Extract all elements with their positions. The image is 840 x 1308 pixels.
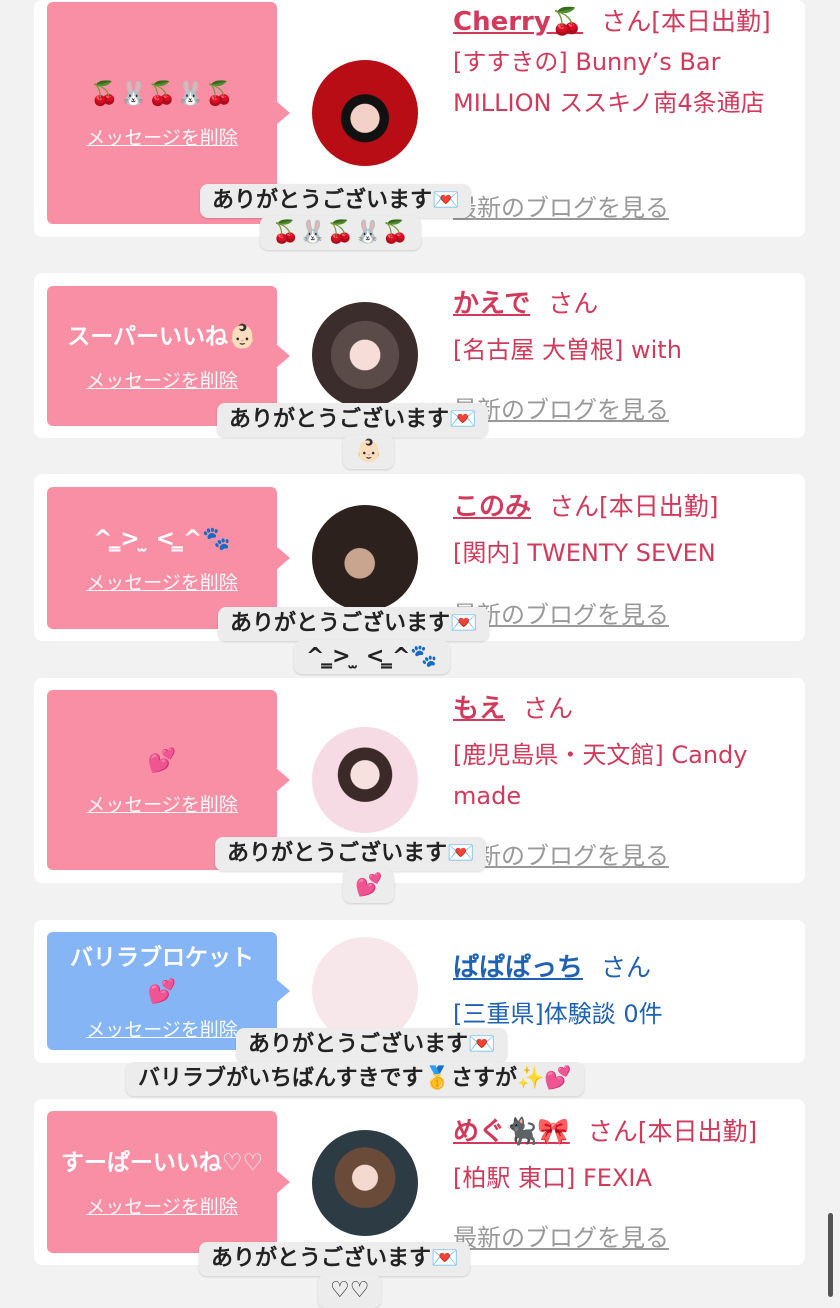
thanks-text: ありがとうございます💌: [227, 841, 475, 866]
cast-name-link[interactable]: Cherry🍒: [453, 7, 583, 37]
thanks-text: ありがとうございます💌: [230, 611, 478, 636]
delete-message-link[interactable]: メッセージを削除: [86, 366, 238, 393]
thanks-text: ありがとうございます💌: [212, 188, 460, 213]
cast-info: このみ さん[本日出勤] [関内] TWENTY SEVEN: [453, 487, 798, 574]
avatar[interactable]: [312, 505, 418, 611]
shop-name: [三重県]体験談 0件: [453, 1000, 663, 1028]
cast-name-link[interactable]: ぱぱぱっち: [453, 953, 583, 983]
shop-name: [柏駅 東口] FEXIA: [453, 1164, 652, 1192]
avatar[interactable]: [312, 60, 418, 166]
thanks-reply: ありがとうございます💌: [215, 837, 487, 871]
reply-text: ^ ̳> ̫ < ̳^🐾: [306, 644, 438, 669]
thanks-reply: ありがとうございます💌: [236, 1028, 508, 1062]
cast-info: もえ さん [鹿児島県・天文館] Candy made: [453, 689, 798, 817]
cast-status: さん[本日出勤]: [587, 1117, 758, 1146]
scrollbar[interactable]: [828, 1213, 833, 1297]
cast-status: さん[本日出勤]: [601, 7, 771, 36]
cast-status: さん[本日出勤]: [549, 492, 719, 521]
thanks-text: ありがとうございます💌: [229, 407, 477, 432]
thanks-text: ありがとうございます💌: [211, 1246, 459, 1271]
blog-link[interactable]: 最新のブログを見る: [453, 188, 669, 223]
cast-name-link[interactable]: かえで: [453, 289, 530, 319]
avatar[interactable]: [312, 727, 418, 833]
message-text: 🍒🐰🍒🐰🍒: [90, 80, 234, 107]
delete-message-link[interactable]: メッセージを削除: [86, 790, 238, 817]
message-text: すーぱーいいね♡♡: [60, 1149, 264, 1176]
cast-info: ぱぱぱっち さん [三重県]体験談 0件: [453, 948, 798, 1035]
thanks-reply: ありがとうございます💌: [218, 607, 490, 641]
message-text: バリラブロケット💕: [70, 944, 254, 1005]
cast-name-link[interactable]: もえ: [453, 694, 505, 724]
shop-name: [鹿児島県・天文館] Candy made: [453, 741, 748, 810]
thanks-text: ありがとうございます💌: [248, 1032, 496, 1057]
reply-text-box: バリラブがいちばんすきです🥇さすが✨💕: [126, 1062, 584, 1096]
reply-text: バリラブがいちばんすきです🥇さすが✨💕: [138, 1066, 572, 1091]
avatar[interactable]: [312, 1130, 418, 1236]
reply-text: 👶🏻: [355, 439, 383, 464]
cast-info: めぐ🐈‍⬛🎀 さん[本日出勤] [柏駅 東口] FEXIA: [453, 1112, 798, 1199]
reply-text-box: ^ ̳> ̫ < ̳^🐾: [294, 640, 450, 674]
shop-name: [名古屋 大曽根] with: [453, 336, 682, 364]
reply-text-box: 👶🏻: [343, 435, 395, 469]
avatar[interactable]: [312, 302, 418, 408]
delete-message-link[interactable]: メッセージを削除: [86, 1192, 238, 1219]
cast-info: かえで さん [名古屋 大曽根] with: [453, 284, 798, 371]
reply-text-box: 🍒🐰🍒🐰🍒: [260, 216, 421, 250]
cast-status: さん: [523, 694, 574, 723]
delete-message-link[interactable]: メッセージを削除: [86, 123, 238, 150]
cast-name-link[interactable]: このみ: [453, 492, 531, 522]
cast-status: さん: [601, 953, 652, 982]
thanks-reply: ありがとうございます💌: [200, 184, 472, 218]
message-bubble: すーぱーいいね♡♡ メッセージを削除: [47, 1111, 277, 1253]
cast-name-link[interactable]: めぐ🐈‍⬛🎀: [453, 1117, 570, 1147]
message-text: 💕: [147, 747, 177, 774]
shop-name: [関内] TWENTY SEVEN: [453, 539, 716, 567]
cast-info: Cherry🍒 さん[本日出勤] [すすきの] Bunny’s Bar MILLI…: [453, 2, 798, 124]
reply-text-box: 💕: [343, 869, 395, 903]
message-text: スーパーいいね👶🏻: [67, 323, 257, 350]
reply-text: 🍒🐰🍒🐰🍒: [272, 220, 409, 245]
thanks-reply: ありがとうございます💌: [199, 1242, 471, 1276]
message-text: ^ ̳> ̫ < ̳^🐾: [93, 525, 231, 552]
reply-text: 💕: [355, 873, 383, 898]
delete-message-link[interactable]: メッセージを削除: [86, 1015, 238, 1042]
shop-name: [すすきの] Bunny’s Bar MILLION ススキノ南4条通店: [453, 48, 765, 117]
blog-link[interactable]: 最新のブログを見る: [453, 1218, 669, 1253]
cast-status: さん: [548, 289, 599, 318]
delete-message-link[interactable]: メッセージを削除: [86, 568, 238, 595]
thanks-reply: ありがとうございます💌: [217, 403, 489, 437]
